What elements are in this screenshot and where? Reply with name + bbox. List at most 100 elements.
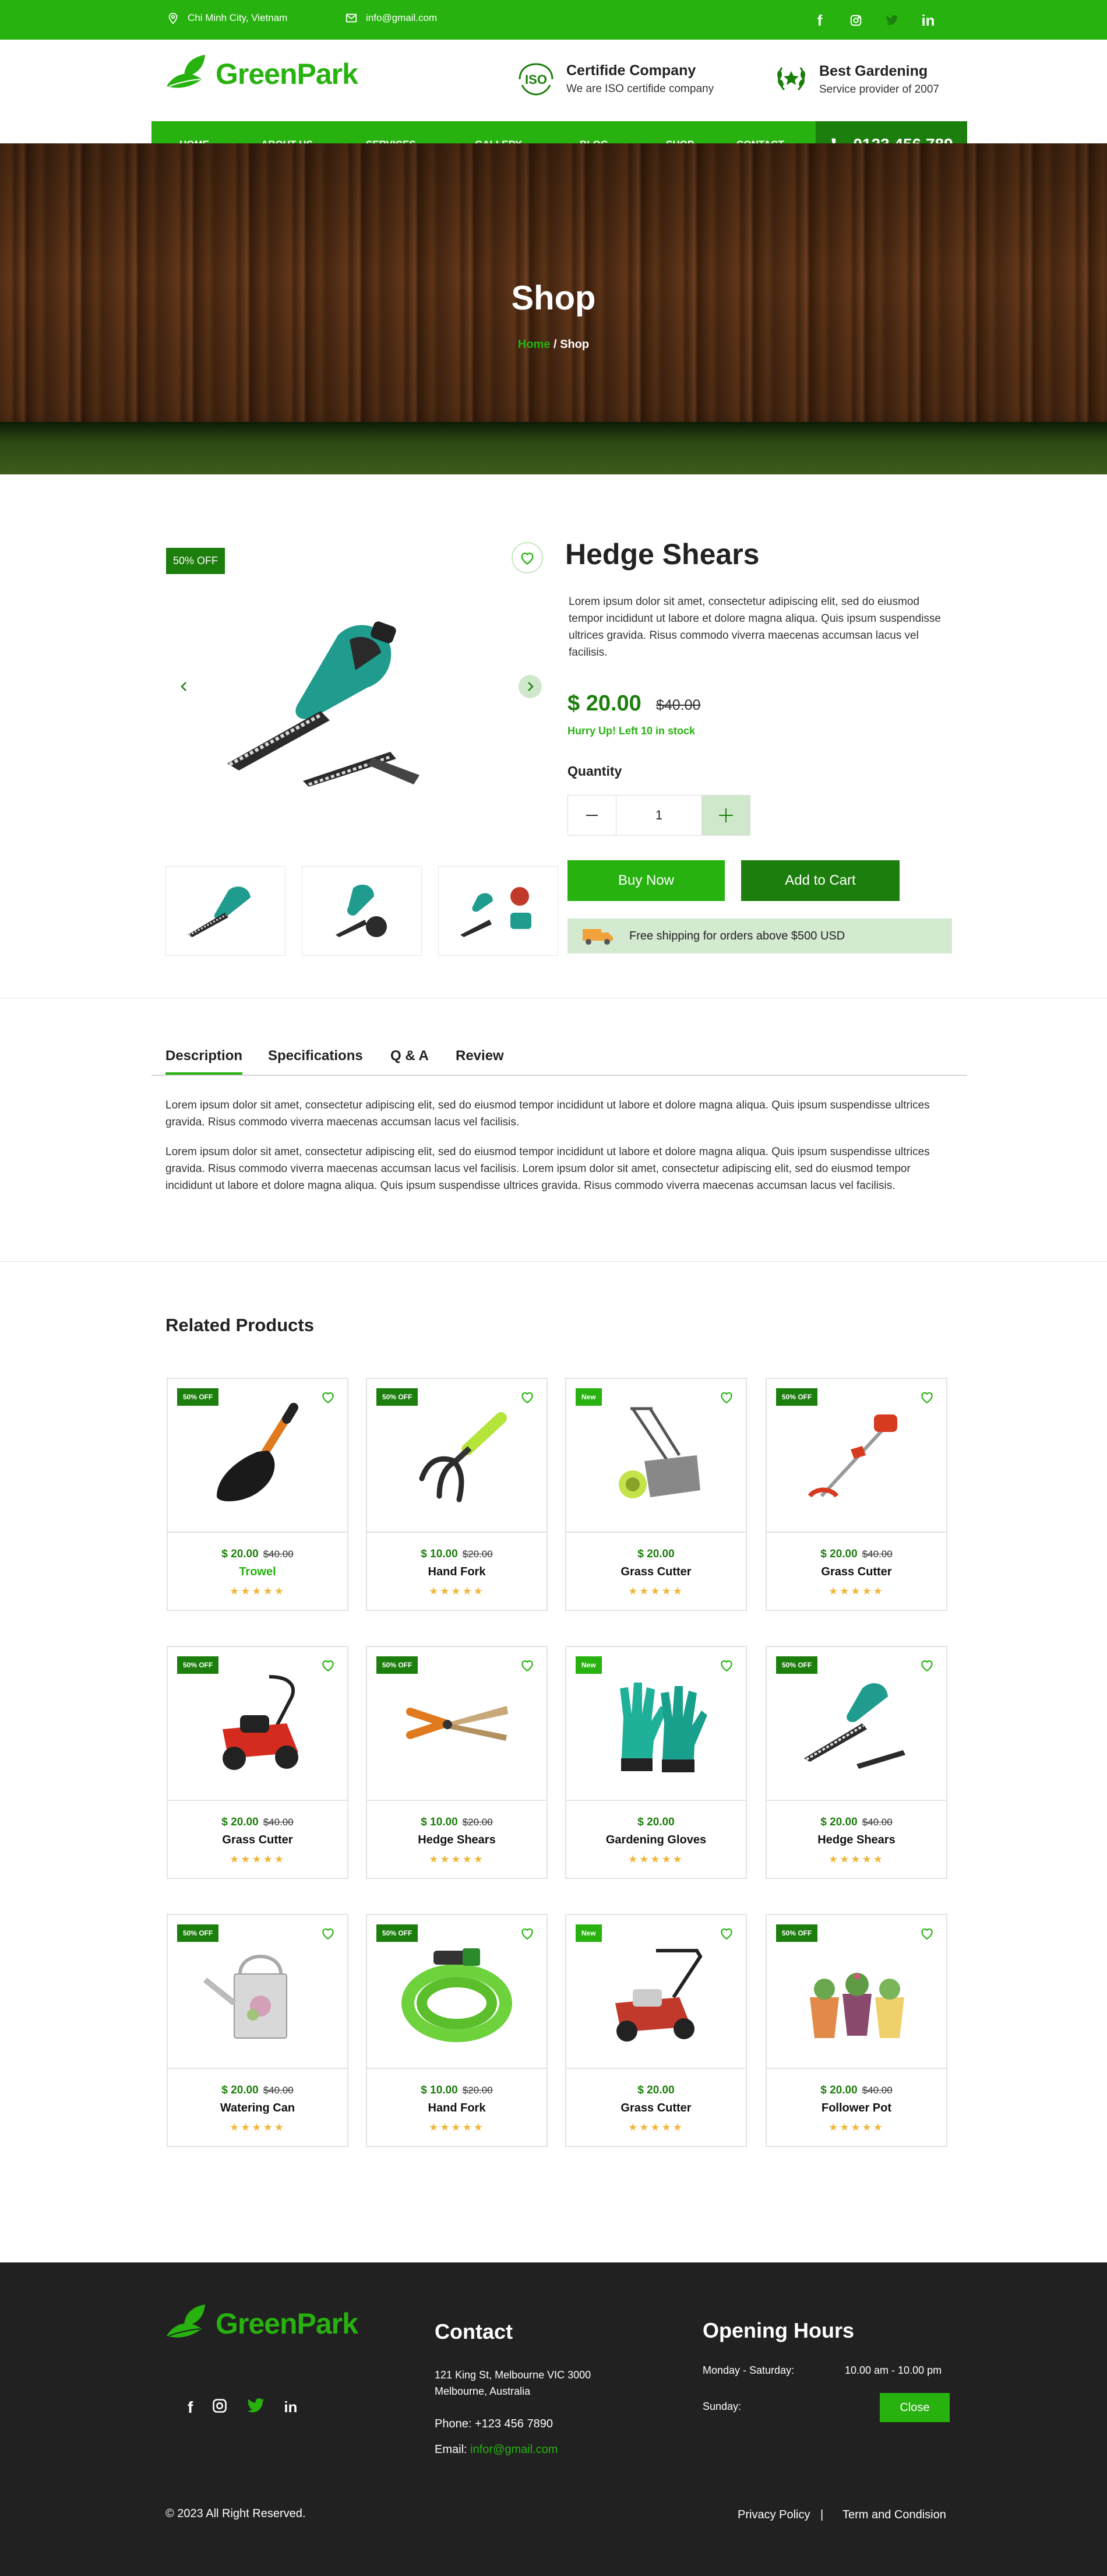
card-wishlist-button[interactable] bbox=[719, 1657, 734, 1676]
card-wishlist-button[interactable] bbox=[320, 1657, 336, 1676]
product-card[interactable]: 50% OFF $ 10.00 $20.00 Hand Fork ★★★★★ bbox=[366, 1914, 548, 2147]
breadcrumb-home[interactable]: Home bbox=[518, 338, 551, 351]
card-wishlist-button[interactable] bbox=[520, 1389, 535, 1407]
product-card-name[interactable]: Hedge Shears bbox=[367, 1834, 547, 1847]
card-wishlist-button[interactable] bbox=[320, 1389, 336, 1407]
card-wishlist-button[interactable] bbox=[919, 1926, 935, 1944]
product-card[interactable]: 50% OFF $ 10.00 $20.00 Hedge Shears ★★★★★ bbox=[366, 1646, 548, 1879]
product-card[interactable]: New $ 20.00 Gardening Gloves ★★★★★ bbox=[565, 1646, 747, 1879]
product-card-rating: ★★★★★ bbox=[230, 1585, 285, 1597]
hours-days: Monday - Saturday: bbox=[703, 2364, 795, 2376]
product-card-price-row: $ 20.00 $40.00 bbox=[168, 1816, 347, 1829]
privacy-policy-link[interactable]: Privacy Policy bbox=[738, 2506, 810, 2524]
twitter-icon[interactable] bbox=[882, 10, 902, 30]
product-card[interactable]: 50% OFF $ 20.00 $40.00 Hedge Shears ★★★★★ bbox=[766, 1646, 947, 1879]
card-wishlist-button[interactable] bbox=[520, 1926, 535, 1944]
tab-description[interactable]: Description bbox=[165, 1048, 243, 1075]
product-card-tag: 50% OFF bbox=[376, 1388, 418, 1406]
product-card-price: $ 20.00 bbox=[221, 1548, 259, 1560]
tab-review[interactable]: Review bbox=[456, 1048, 504, 1064]
chevron-right-icon bbox=[528, 682, 534, 691]
contact-heading: Contact bbox=[435, 2320, 513, 2343]
card-wishlist-button[interactable] bbox=[719, 1389, 734, 1407]
tab-qa[interactable]: Q & A bbox=[390, 1048, 429, 1064]
product-card-name[interactable]: Trowel bbox=[168, 1565, 347, 1579]
heart-icon bbox=[521, 1660, 533, 1672]
hedge-shears-thumb-icon bbox=[188, 886, 251, 937]
product-card[interactable]: New $ 20.00 Grass Cutter ★★★★★ bbox=[565, 1914, 747, 2147]
terms-link[interactable]: Term and Condision bbox=[842, 2506, 946, 2524]
site-logo[interactable]: GreenPark bbox=[164, 54, 358, 94]
product-image-grass-cutter bbox=[223, 1675, 298, 1770]
product-card-name[interactable]: Grass Cutter bbox=[168, 1834, 347, 1847]
twitter-icon[interactable] bbox=[246, 2396, 265, 2418]
heart-icon bbox=[322, 1928, 334, 1940]
product-card-price-row: $ 20.00 $40.00 bbox=[168, 1548, 347, 1561]
thumbnail-2[interactable] bbox=[302, 866, 422, 956]
footer-logo-text: GreenPark bbox=[216, 2307, 358, 2340]
product-card[interactable]: 50% OFF $ 20.00 $40.00 Watering Can ★★★★★ bbox=[167, 1914, 348, 2147]
product-card-name[interactable]: Watering Can bbox=[168, 2102, 347, 2115]
product-card[interactable]: 50% OFF $ 20.00 $40.00 Trowel ★★★★★ bbox=[167, 1378, 348, 1611]
product-card[interactable]: 50% OFF $ 20.00 $40.00 Grass Cutter ★★★★★ bbox=[766, 1378, 947, 1611]
instagram-icon[interactable] bbox=[846, 10, 866, 30]
product-card-name[interactable]: Gardening Gloves bbox=[566, 1834, 746, 1847]
linkedin-icon[interactable]: in bbox=[284, 2398, 297, 2416]
product-card[interactable]: New $ 20.00 Grass Cutter ★★★★★ bbox=[565, 1378, 747, 1611]
email-text[interactable]: info@gmail.com bbox=[366, 12, 437, 24]
card-wishlist-button[interactable] bbox=[919, 1389, 935, 1407]
product-image-hedge-shears bbox=[406, 1706, 508, 1741]
facebook-icon[interactable]: f bbox=[810, 10, 830, 30]
gallery-next-button[interactable] bbox=[519, 675, 542, 698]
product-card-tag: 50% OFF bbox=[177, 1388, 219, 1406]
quantity-value[interactable]: 1 bbox=[616, 796, 702, 835]
product-card-name[interactable]: Grass Cutter bbox=[566, 1565, 746, 1579]
product-card-price-row: $ 20.00 $40.00 bbox=[767, 1548, 946, 1561]
product-card-tag: New bbox=[576, 1924, 602, 1942]
footer-email-label: Email: bbox=[435, 2443, 471, 2456]
product-card[interactable]: 50% OFF $ 20.00 $40.00 Grass Cutter ★★★★★ bbox=[167, 1646, 348, 1879]
product-card-name[interactable]: Hand Fork bbox=[367, 2102, 547, 2115]
product-card-name[interactable]: Hedge Shears bbox=[767, 1834, 946, 1847]
footer-logo[interactable]: GreenPark bbox=[164, 2303, 358, 2344]
thumbnail-1[interactable] bbox=[165, 866, 285, 956]
product-card-name[interactable]: Follower Pot bbox=[767, 2102, 946, 2115]
shipping-text: Free shipping for orders above $500 USD bbox=[629, 929, 845, 942]
instagram-icon[interactable] bbox=[211, 2398, 228, 2417]
buy-now-button[interactable]: Buy Now bbox=[567, 860, 725, 901]
product-card-price-row: $ 20.00 $40.00 bbox=[168, 2084, 347, 2097]
stock-status: Hurry Up! Left 10 in stock bbox=[567, 725, 696, 737]
wishlist-button[interactable] bbox=[512, 542, 543, 573]
product-card-price: $ 20.00 bbox=[820, 2084, 858, 2096]
card-wishlist-button[interactable] bbox=[320, 1926, 336, 1944]
card-wishlist-button[interactable] bbox=[719, 1926, 734, 1944]
email-info[interactable]: info@gmail.com bbox=[345, 12, 437, 24]
card-wishlist-button[interactable] bbox=[520, 1657, 535, 1676]
card-wishlist-button[interactable] bbox=[919, 1657, 935, 1676]
linkedin-icon[interactable]: in bbox=[918, 10, 938, 30]
product-card-tag: 50% OFF bbox=[376, 1924, 418, 1942]
plus-icon bbox=[719, 808, 733, 822]
product-image-grass-cutter bbox=[615, 1949, 703, 2042]
product-card-old-price: $20.00 bbox=[462, 2085, 493, 2096]
facebook-icon[interactable]: f bbox=[188, 2398, 193, 2417]
heart-icon bbox=[721, 1392, 732, 1404]
heart-icon bbox=[521, 1928, 533, 1940]
product-card-name[interactable]: Hand Fork bbox=[367, 1565, 547, 1579]
logo-text: GreenPark bbox=[216, 58, 358, 90]
top-bar: Chi Minh City, Vietnam info@gmail.com f … bbox=[0, 0, 1107, 40]
product-image-hedge-shears bbox=[804, 1683, 905, 1769]
product-card[interactable]: 50% OFF $ 10.00 $20.00 Hand Fork ★★★★★ bbox=[366, 1378, 548, 1611]
product-card-name[interactable]: Grass Cutter bbox=[566, 2102, 746, 2115]
product-card-name[interactable]: Grass Cutter bbox=[767, 1565, 946, 1579]
gallery-prev-button[interactable] bbox=[172, 675, 196, 698]
tab-specifications[interactable]: Specifications bbox=[268, 1048, 363, 1064]
quantity-increase-button[interactable] bbox=[702, 796, 750, 835]
product-image-grass-cutter bbox=[808, 1414, 897, 1498]
thumbnail-3[interactable] bbox=[438, 866, 558, 956]
product-card[interactable]: 50% OFF $ 20.00 $40.00 Follower Pot ★★★★★ bbox=[766, 1914, 947, 2147]
quantity-decrease-button[interactable] bbox=[568, 796, 616, 835]
product-card-price: $ 20.00 bbox=[637, 1816, 675, 1828]
add-to-cart-button[interactable]: Add to Cart bbox=[741, 860, 900, 901]
footer-email-link[interactable]: infor@gmail.com bbox=[470, 2443, 558, 2456]
